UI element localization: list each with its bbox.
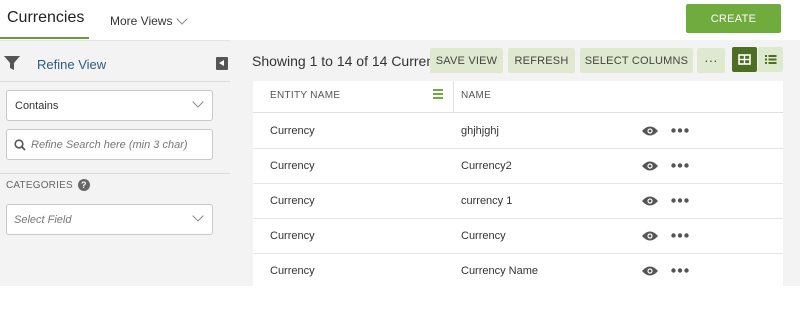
collapse-sidebar-icon[interactable] <box>216 57 228 70</box>
entity-name-cell: Currency <box>270 230 315 242</box>
column-header-name[interactable]: NAME <box>461 90 491 101</box>
eye-icon[interactable] <box>641 230 659 242</box>
select-field-placeholder: Select Field <box>14 214 72 226</box>
search-placeholder: Refine Search here (min 3 char) <box>31 139 188 151</box>
table-row[interactable]: Currency Currency <box>253 219 783 254</box>
chevron-down-icon <box>176 13 189 25</box>
more-options-icon[interactable] <box>671 163 689 168</box>
list-view-icon <box>765 55 777 64</box>
entity-name-cell: Currency <box>270 195 315 207</box>
eye-icon[interactable] <box>641 195 659 207</box>
table-row[interactable]: Currency ghjhjghj <box>253 114 783 149</box>
active-tab-underline <box>0 37 89 39</box>
table-row[interactable]: Currency Currency Name <box>253 254 783 289</box>
refresh-button[interactable]: REFRESH <box>508 48 575 73</box>
column-divider[interactable] <box>453 81 454 113</box>
operator-value: Contains <box>15 100 59 112</box>
more-options-icon[interactable] <box>671 198 689 203</box>
more-options-icon[interactable] <box>671 233 689 238</box>
table-row[interactable]: Currency currency 1 <box>253 184 783 219</box>
more-options-icon[interactable] <box>671 268 689 273</box>
name-cell: ghjhjghj <box>461 125 499 137</box>
refine-sidebar: Refine View Contains Refine Search here … <box>0 40 230 286</box>
table-row[interactable]: Currency Currency2 <box>253 149 783 184</box>
entity-name-cell: Currency <box>270 160 315 172</box>
eye-icon[interactable] <box>641 160 659 172</box>
categories-label: CATEGORIES <box>6 179 73 191</box>
name-cell: Currency <box>461 230 506 242</box>
record-count-text: Showing 1 to 14 of 14 Currencies <box>252 53 457 69</box>
categories-heading: CATEGORIES ? <box>6 179 90 191</box>
refine-view-label: Refine View <box>37 57 107 72</box>
operator-select[interactable]: Contains <box>6 90 213 121</box>
filter-icon <box>4 56 20 70</box>
records-table: ENTITY NAME NAME Currency ghjhjghj Curre… <box>253 81 783 286</box>
save-view-button[interactable]: SAVE VIEW <box>430 48 503 73</box>
more-actions-button[interactable]: ··· <box>697 48 725 73</box>
column-header-entity-name[interactable]: ENTITY NAME <box>270 90 340 101</box>
name-cell: currency 1 <box>461 195 513 207</box>
select-field-dropdown[interactable]: Select Field <box>6 204 213 235</box>
entity-name-cell: Currency <box>270 265 315 277</box>
table-header: ENTITY NAME NAME <box>253 81 783 113</box>
help-icon[interactable]: ? <box>77 179 90 191</box>
create-button[interactable]: CREATE <box>686 4 781 33</box>
grid-view-toggle[interactable] <box>732 47 757 72</box>
divider <box>0 173 230 174</box>
more-views-label: More Views <box>110 14 173 28</box>
name-cell: Currency2 <box>461 160 512 172</box>
chevron-down-icon <box>192 96 204 108</box>
search-icon <box>14 139 26 151</box>
eye-icon[interactable] <box>641 265 659 277</box>
more-views-dropdown[interactable]: More Views <box>110 13 189 28</box>
column-menu-icon[interactable] <box>432 88 444 100</box>
eye-icon[interactable] <box>641 125 659 137</box>
list-view-toggle[interactable] <box>758 47 783 72</box>
page-title-tab[interactable]: Currencies <box>7 9 84 27</box>
entity-name-cell: Currency <box>270 125 315 137</box>
refine-search-input[interactable]: Refine Search here (min 3 char) <box>6 129 213 160</box>
more-options-icon[interactable] <box>671 128 689 133</box>
select-columns-button[interactable]: SELECT COLUMNS <box>580 48 693 73</box>
main-content: Showing 1 to 14 of 14 Currencies SAVE VI… <box>230 40 800 286</box>
name-cell: Currency Name <box>461 265 539 277</box>
chevron-down-icon <box>192 210 204 222</box>
top-header: Currencies More Views CREATE <box>0 0 800 40</box>
refine-view-header: Refine View <box>0 41 230 82</box>
grid-view-icon <box>738 54 751 65</box>
